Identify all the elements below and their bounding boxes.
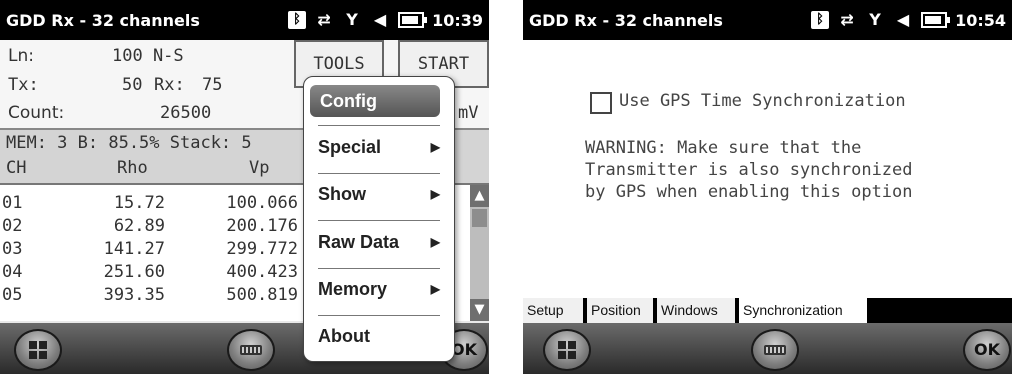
cell-vp: 500.819 [226,285,298,305]
window-title: GDD Rx - 32 channels [6,11,200,30]
windows-icon [558,341,576,359]
cell-vp: 299.772 [226,239,298,259]
cell-ch: 02 [2,216,23,236]
keyboard-icon [240,345,262,355]
menu-separator [318,173,440,174]
warning-line: Transmitter is also synchronized [585,160,913,180]
tab-synchronization[interactable]: Synchronization [739,298,867,323]
menu-item-about[interactable]: About [318,320,442,352]
cell-ch: 04 [2,262,23,282]
window-title: GDD Rx - 32 channels [529,11,723,30]
cell-ch: 01 [2,193,23,213]
count-label: Count: [8,103,65,123]
keyboard-button[interactable] [227,329,275,371]
sync-icon[interactable]: ⇄ [314,10,334,30]
soft-key-bar: OK [523,323,1012,374]
menu-item-label: Raw Data [318,232,400,252]
menu-item-label: Special [318,137,382,157]
unit-label: mV [458,103,479,123]
menu-item-raw-data[interactable]: Raw Data ▶ [318,226,442,258]
column-header-vp: Vp [249,158,270,178]
start-menu-button[interactable] [14,329,62,371]
cell-vp: 200.176 [226,216,298,236]
scroll-up-button[interactable]: ▲ [470,185,489,207]
menu-item-config[interactable]: Config [310,85,440,117]
scroll-thumb[interactable] [472,209,487,227]
cell-rho: 393.35 [103,285,165,305]
tx-label: Tx: [8,75,39,95]
clock[interactable]: 10:39 [432,11,483,30]
cell-rho: 62.89 [113,216,165,236]
tx-value: 50 [122,75,143,95]
no-signal-icon[interactable]: Y [865,10,885,30]
count-value: 26500 [160,103,212,123]
no-signal-icon[interactable]: Y [342,10,362,30]
column-header-rho: Rho [117,158,148,178]
ok-button[interactable]: OK [963,329,1011,371]
warning-line: WARNING: Make sure that the [585,138,862,158]
keyboard-icon [764,345,786,355]
cell-rho: 15.72 [113,193,165,213]
cell-ch: 03 [2,239,23,259]
table-scrollbar[interactable]: ▲ ▼ [470,185,489,321]
volume-icon[interactable]: ◀ [893,10,913,30]
windows-icon [29,341,47,359]
cell-rho: 251.60 [103,262,165,282]
cell-rho: 141.27 [103,239,165,259]
bluetooth-icon[interactable]: ᛒ [288,11,307,29]
cell-vp: 100.066 [226,193,298,213]
ln-label: Ln: [8,46,34,66]
right-screen: GDD Rx - 32 channels ᛒ ⇄ Y ◀ 10:54 Use G… [523,0,1012,374]
menu-item-show[interactable]: Show ▶ [318,178,442,210]
volume-icon[interactable]: ◀ [370,10,390,30]
tools-menu: Config Special ▶ Show ▶ Raw Data ▶ Memory ▶ … [303,76,455,362]
battery-icon[interactable] [921,12,951,28]
menu-separator [318,315,440,316]
battery-icon[interactable] [398,12,428,28]
tab-windows[interactable]: Windows [657,298,735,323]
menu-item-label: Config [320,91,377,111]
status-area: ᛒ ⇄ Y ◀ 10:39 [288,6,483,34]
rx-label: Rx: [154,75,185,95]
title-bar: GDD Rx - 32 channels ᛒ ⇄ Y ◀ 10:54 [523,0,1012,40]
gps-sync-checkbox[interactable] [590,92,612,114]
tab-position[interactable]: Position [587,298,653,323]
clock[interactable]: 10:54 [955,11,1006,30]
status-area: ᛒ ⇄ Y ◀ 10:54 [811,6,1006,34]
keyboard-button[interactable] [751,329,799,371]
scroll-down-button[interactable]: ▼ [470,299,489,321]
menu-item-label: Memory [318,279,388,299]
menu-item-memory[interactable]: Memory ▶ [318,273,442,305]
menu-item-label: Show [318,184,366,204]
menu-separator [318,268,440,269]
column-header-ch: CH [6,158,27,178]
cell-ch: 05 [2,285,23,305]
ln-value: 100 N-S [112,46,184,66]
menu-separator [318,125,440,126]
warning-line: by GPS when enabling this option [585,182,913,202]
cell-vp: 400.423 [226,262,298,282]
gps-sync-label[interactable]: Use GPS Time Synchronization [619,91,906,111]
memory-status: MEM: 3 B: 85.5% Stack: 5 [6,133,252,153]
title-bar: GDD Rx - 32 channels ᛒ ⇄ Y ◀ 10:39 [0,0,489,40]
submenu-arrow-icon: ▶ [430,140,440,154]
menu-item-special[interactable]: Special ▶ [318,131,442,163]
menu-separator [318,220,440,221]
sync-settings-panel: Use GPS Time Synchronization WARNING: Ma… [523,40,1012,298]
submenu-arrow-icon: ▶ [430,282,440,296]
rx-value: 75 [202,75,223,95]
submenu-arrow-icon: ▶ [430,235,440,249]
bluetooth-icon[interactable]: ᛒ [811,11,830,29]
submenu-arrow-icon: ▶ [430,187,440,201]
menu-item-label: About [318,326,370,346]
tab-setup[interactable]: Setup [523,298,583,323]
left-screen: GDD Rx - 32 channels ᛒ ⇄ Y ◀ 10:39 Ln: 1… [0,0,489,374]
settings-tabs: Setup Position Windows Synchronization [523,298,1012,323]
sync-icon[interactable]: ⇄ [837,10,857,30]
start-menu-button[interactable] [543,329,591,371]
